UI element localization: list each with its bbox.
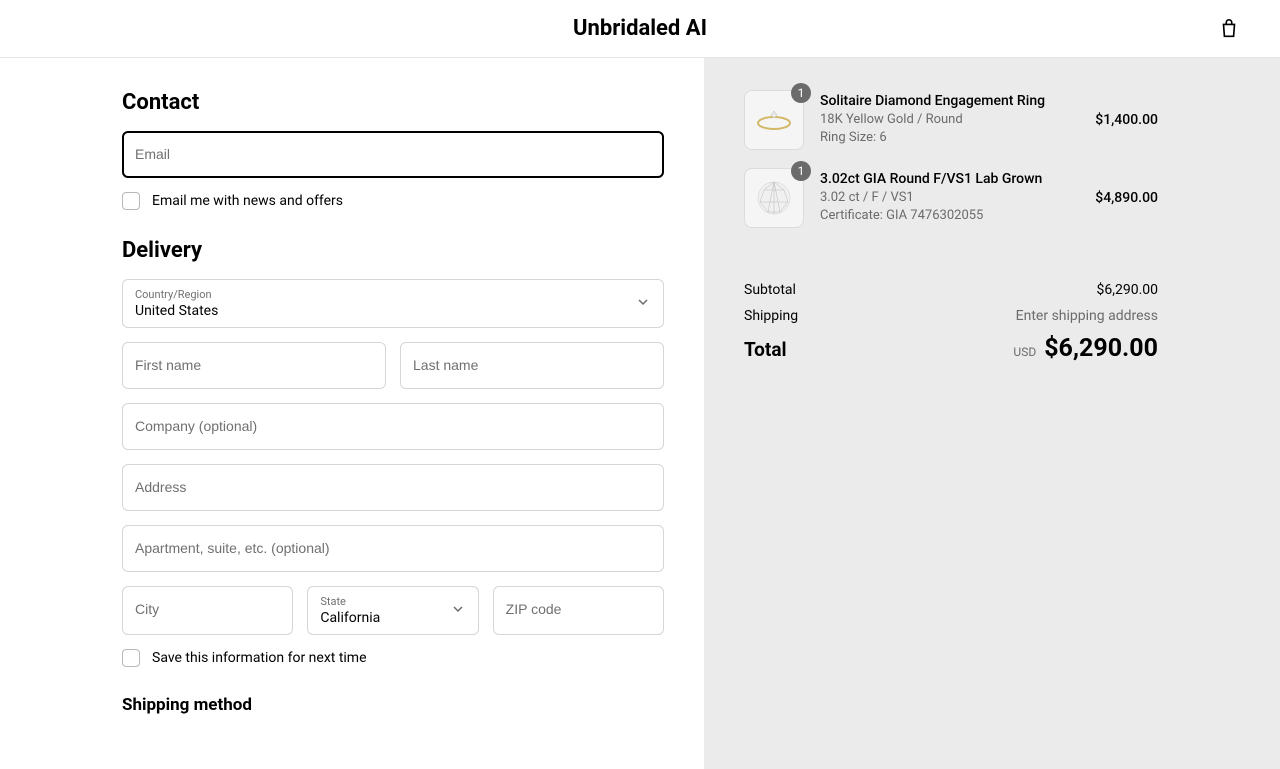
cart-icon[interactable] bbox=[1218, 18, 1240, 44]
state-value: California bbox=[320, 610, 380, 626]
email-input[interactable] bbox=[135, 146, 651, 162]
news-label: Email me with news and offers bbox=[152, 193, 343, 209]
total-amount: $6,290.00 bbox=[1044, 334, 1158, 363]
last-name-input[interactable] bbox=[413, 357, 651, 373]
total-line: Total USD $6,290.00 bbox=[744, 334, 1158, 363]
diamond-icon bbox=[752, 176, 796, 220]
company-input[interactable] bbox=[135, 418, 651, 434]
last-name-field[interactable] bbox=[400, 342, 664, 389]
item-price: $4,890.00 bbox=[1095, 190, 1158, 206]
address-field[interactable] bbox=[122, 464, 664, 511]
checkout-form: Contact Email me with news and offers De… bbox=[0, 58, 704, 769]
product-thumbnail: 1 bbox=[744, 168, 804, 228]
apartment-field[interactable] bbox=[122, 525, 664, 572]
delivery-heading: Delivery bbox=[122, 238, 664, 263]
shipping-method-heading: Shipping method bbox=[122, 695, 664, 715]
qty-badge: 1 bbox=[791, 83, 811, 103]
item-variant: 18K Yellow Gold / Round bbox=[820, 111, 1079, 129]
shipping-value: Enter shipping address bbox=[1016, 308, 1158, 324]
first-name-field[interactable] bbox=[122, 342, 386, 389]
first-name-input[interactable] bbox=[135, 357, 373, 373]
total-label: Total bbox=[744, 338, 787, 361]
country-label: Country/Region bbox=[135, 288, 651, 301]
brand-title: Unbridaled AI bbox=[573, 16, 707, 41]
cart-item: 1 Solitaire Diamond Engagement Ring 18K … bbox=[744, 90, 1158, 150]
shipping-label: Shipping bbox=[744, 308, 798, 324]
state-label: State bbox=[320, 595, 465, 608]
country-value: United States bbox=[135, 303, 218, 319]
cart-item: 1 3.02ct GIA Round F/VS1 Lab Grown 3.02 … bbox=[744, 168, 1158, 228]
city-field[interactable] bbox=[122, 586, 293, 635]
news-checkbox[interactable] bbox=[122, 192, 140, 210]
zip-field[interactable] bbox=[493, 586, 664, 635]
product-thumbnail: 1 bbox=[744, 90, 804, 150]
header: Unbridaled AI bbox=[0, 0, 1280, 58]
company-field[interactable] bbox=[122, 403, 664, 450]
state-select[interactable]: State California bbox=[307, 586, 478, 635]
item-title: 3.02ct GIA Round F/VS1 Lab Grown bbox=[820, 171, 1079, 187]
qty-badge: 1 bbox=[791, 161, 811, 181]
apartment-input[interactable] bbox=[135, 540, 651, 556]
item-title: Solitaire Diamond Engagement Ring bbox=[820, 93, 1079, 109]
city-input[interactable] bbox=[135, 601, 280, 617]
item-certificate: Certificate: GIA 7476302055 bbox=[820, 207, 1079, 225]
zip-input[interactable] bbox=[506, 601, 651, 617]
save-info-checkbox[interactable] bbox=[122, 649, 140, 667]
order-summary: 1 Solitaire Diamond Engagement Ring 18K … bbox=[704, 58, 1280, 769]
subtotal-value: $6,290.00 bbox=[1096, 282, 1158, 298]
item-price: $1,400.00 bbox=[1095, 112, 1158, 128]
subtotal-line: Subtotal $6,290.00 bbox=[744, 282, 1158, 298]
save-info-label: Save this information for next time bbox=[152, 650, 367, 666]
subtotal-label: Subtotal bbox=[744, 282, 796, 298]
address-input[interactable] bbox=[135, 479, 651, 495]
shipping-line: Shipping Enter shipping address bbox=[744, 308, 1158, 324]
ring-icon bbox=[752, 109, 796, 131]
total-currency: USD bbox=[1013, 345, 1036, 359]
country-select[interactable]: Country/Region United States bbox=[122, 279, 664, 328]
item-specs: 3.02 ct / F / VS1 bbox=[820, 189, 1079, 207]
item-size: Ring Size: 6 bbox=[820, 129, 1079, 147]
email-field[interactable] bbox=[122, 131, 664, 178]
contact-heading: Contact bbox=[122, 90, 664, 115]
